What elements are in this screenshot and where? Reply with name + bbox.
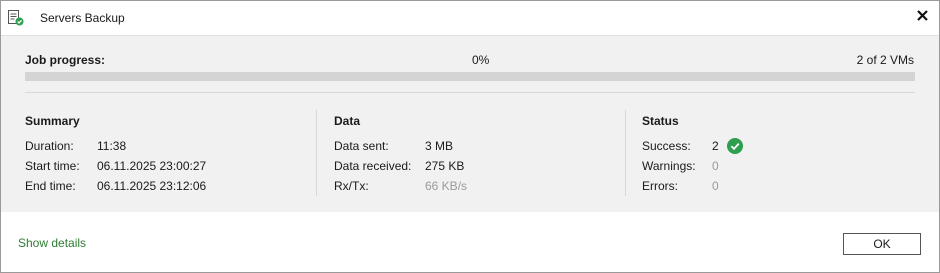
rxtx-label: Rx/Tx: bbox=[334, 179, 369, 193]
divider bbox=[25, 92, 915, 93]
status-title: Status bbox=[642, 114, 679, 128]
data-sent-label: Data sent: bbox=[334, 139, 389, 153]
duration-label: Duration: bbox=[25, 139, 74, 153]
data-received-label: Data received: bbox=[334, 159, 412, 173]
show-details-link[interactable]: Show details bbox=[18, 236, 86, 250]
status-row-success: Success: 2 bbox=[642, 136, 743, 156]
rxtx-value: 66 KB/s bbox=[425, 179, 468, 193]
title-bar: Servers Backup bbox=[1, 1, 939, 34]
progress-header: Job progress: 0% 2 of 2 VMs bbox=[25, 53, 914, 69]
status-row-warnings: Warnings: 0 bbox=[642, 156, 743, 176]
success-check-icon bbox=[726, 138, 743, 154]
summary-row-end-time: End time: 06.11.2025 23:12:06 bbox=[25, 176, 206, 196]
end-time-value: 06.11.2025 23:12:06 bbox=[97, 179, 207, 193]
start-time-label: Start time: bbox=[25, 159, 80, 173]
summary-section: Summary Duration: 11:38 Start time: 06.1… bbox=[25, 114, 206, 196]
progress-vm-count: 2 of 2 VMs bbox=[856, 53, 914, 67]
status-row-errors: Errors: 0 bbox=[642, 176, 743, 196]
data-title: Data bbox=[334, 114, 361, 128]
warnings-label: Warnings: bbox=[642, 159, 696, 173]
data-received-value: 275 KB bbox=[425, 159, 465, 173]
warnings-value: 0 bbox=[712, 159, 719, 173]
errors-value: 0 bbox=[712, 179, 719, 193]
data-row-received: Data received: 275 KB bbox=[334, 156, 467, 176]
job-details-panel: Job progress: 0% 2 of 2 VMs Summary Dura… bbox=[1, 35, 939, 212]
start-time-value: 06.11.2025 23:00:27 bbox=[97, 159, 207, 173]
data-sent-value: 3 MB bbox=[425, 139, 454, 153]
ok-button[interactable]: OK bbox=[843, 233, 921, 255]
data-row-rxtx: Rx/Tx: 66 KB/s bbox=[334, 176, 467, 196]
dialog-window: Servers Backup Job progress: 0% 2 of 2 V… bbox=[0, 0, 940, 273]
summary-row-duration: Duration: 11:38 bbox=[25, 136, 206, 156]
summary-row-start-time: Start time: 06.11.2025 23:00:27 bbox=[25, 156, 206, 176]
data-row-sent: Data sent: 3 MB bbox=[334, 136, 467, 156]
status-section: Status Success: 2 Warnings: 0 Errors: 0 bbox=[642, 114, 743, 196]
close-icon bbox=[916, 10, 928, 24]
progress-bar bbox=[25, 72, 915, 81]
column-divider bbox=[316, 110, 317, 196]
errors-label: Errors: bbox=[642, 179, 678, 193]
data-section: Data Data sent: 3 MB Data received: 275 … bbox=[334, 114, 467, 196]
duration-value: 11:38 bbox=[97, 139, 127, 153]
column-divider bbox=[625, 110, 626, 196]
success-label: Success: bbox=[642, 139, 691, 153]
summary-title: Summary bbox=[25, 114, 80, 128]
success-value: 2 bbox=[712, 139, 719, 153]
progress-label: Job progress: bbox=[25, 53, 106, 67]
window-title: Servers Backup bbox=[40, 11, 125, 25]
end-time-label: End time: bbox=[25, 179, 76, 193]
close-button[interactable] bbox=[911, 6, 933, 28]
progress-percent: 0% bbox=[472, 53, 490, 67]
backup-job-icon bbox=[7, 9, 25, 27]
